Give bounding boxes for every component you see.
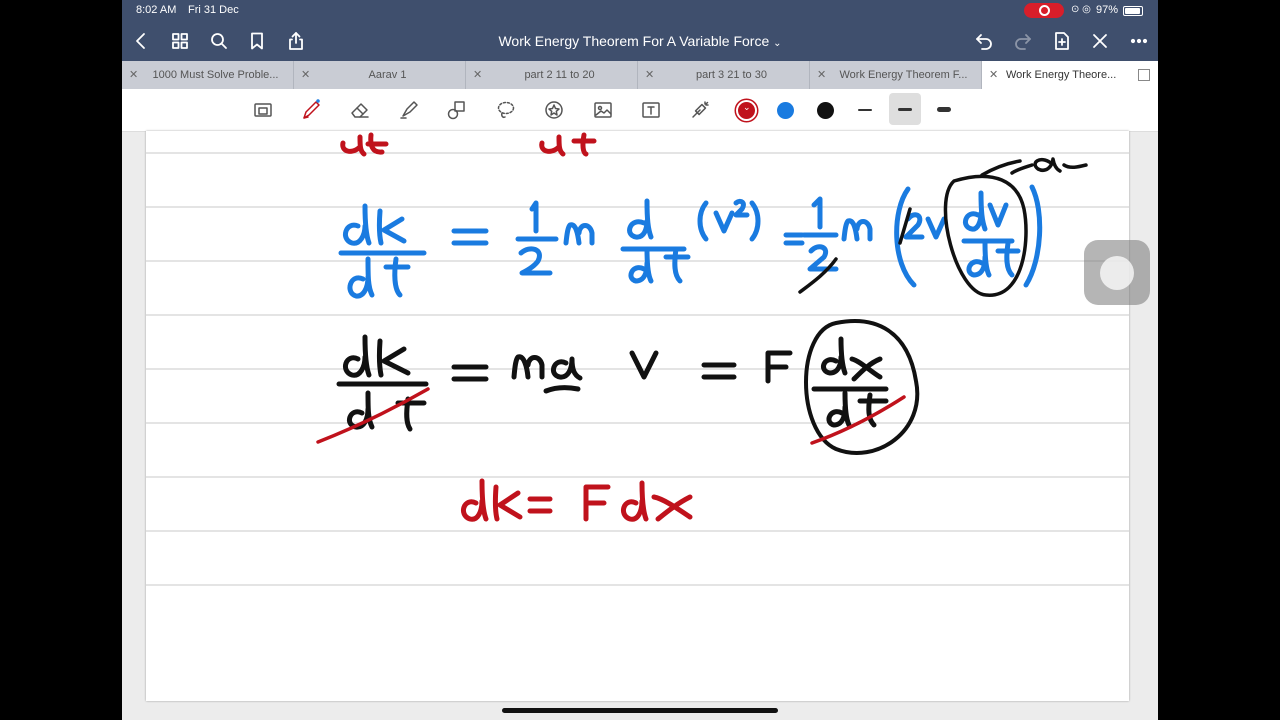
notebook-page[interactable] — [146, 131, 1129, 701]
shapes-icon[interactable] — [442, 95, 472, 125]
tab-label: part 2 11 to 20 — [524, 69, 595, 81]
chevron-down-icon: ⌄ — [773, 38, 782, 49]
tab-close-icon[interactable]: ✕ — [645, 68, 654, 81]
battery-fill — [1125, 8, 1140, 14]
tab-label: Work Energy Theore... — [1006, 69, 1117, 81]
image-icon[interactable] — [588, 95, 618, 125]
zoom-window-icon[interactable] — [248, 95, 278, 125]
sticker-icon[interactable] — [539, 95, 569, 125]
stroke-thick[interactable] — [937, 107, 951, 112]
tab-work-energy-active[interactable]: ✕ Work Energy Theore... — [982, 61, 1158, 89]
status-time: 8:02 AM — [136, 4, 177, 16]
add-page-icon[interactable] — [1049, 28, 1075, 54]
tab-close-icon[interactable]: ✕ — [301, 68, 310, 81]
tab-close-icon[interactable]: ✕ — [473, 68, 482, 81]
assistive-touch-button[interactable] — [1084, 240, 1150, 305]
screen-recording-indicator[interactable] — [1024, 3, 1064, 18]
stroke-medium-selected[interactable] — [889, 93, 921, 125]
ink-line-1-blue — [338, 184, 1043, 299]
ink-line-top-cutoff — [340, 132, 597, 157]
battery-icon — [1123, 6, 1143, 16]
tab-part-2[interactable]: ✕ part 2 11 to 20 — [466, 61, 638, 89]
color-blue[interactable] — [777, 102, 794, 119]
document-title-text: Work Energy Theorem For A Variable Force — [498, 33, 770, 49]
close-icon[interactable] — [1087, 28, 1113, 54]
record-icon — [1039, 5, 1050, 16]
status-bar: 8:02 AM Fri 31 Dec ⊙ ◎ 97% — [122, 0, 1158, 22]
battery-percentage: 97% — [1096, 4, 1119, 16]
tab-aarav-1[interactable]: ✕ Aarav 1 — [294, 61, 466, 89]
document-title[interactable]: Work Energy Theorem For A Variable Force… — [122, 33, 1158, 49]
stroke-medium-line — [898, 108, 912, 111]
ink-line-2-black — [336, 334, 889, 432]
redo-icon[interactable] — [1010, 28, 1036, 54]
tab-1000-must-solve[interactable]: ✕ 1000 Must Solve Proble... — [122, 61, 294, 89]
navigation-bar: Work Energy Theorem For A Variable Force… — [122, 22, 1158, 61]
tab-label: Aarav 1 — [368, 69, 407, 81]
tab-overview-icon[interactable] — [1138, 69, 1150, 81]
stroke-thin[interactable] — [858, 109, 872, 111]
tab-close-icon[interactable]: ✕ — [129, 68, 138, 81]
tab-part-3[interactable]: ✕ part 3 21 to 30 — [638, 61, 810, 89]
assistive-touch-inner — [1100, 256, 1134, 290]
eraser-icon[interactable] — [345, 95, 375, 125]
text-icon[interactable] — [636, 95, 666, 125]
tab-label: Work Energy Theorem F... — [839, 69, 968, 81]
laser-pointer-icon[interactable] — [685, 95, 715, 125]
ipad-screen: 8:02 AM Fri 31 Dec ⊙ ◎ 97% Work Energy T… — [122, 0, 1158, 720]
tab-close-icon[interactable]: ✕ — [989, 68, 998, 81]
location-icon: ⊙ ◎ — [1071, 4, 1091, 15]
status-date: Fri 31 Dec — [188, 4, 239, 16]
more-icon[interactable] — [1126, 28, 1152, 54]
handwritten-notes[interactable] — [146, 131, 1129, 701]
tab-work-energy-1[interactable]: ✕ Work Energy Theorem F... — [810, 61, 982, 89]
chevron-down-icon: ⌄ — [743, 102, 751, 112]
undo-icon[interactable] — [971, 28, 997, 54]
document-tab-bar: ✕ 1000 Must Solve Proble... ✕ Aarav 1 ✕ … — [122, 61, 1158, 89]
annotation-toolbar: ⌄ — [122, 89, 1158, 132]
tab-close-icon[interactable]: ✕ — [817, 68, 826, 81]
lasso-icon[interactable] — [491, 95, 521, 125]
home-indicator[interactable] — [502, 708, 778, 713]
ink-line-3-red — [460, 478, 693, 522]
tab-label: part 3 21 to 30 — [696, 69, 767, 81]
color-black[interactable] — [817, 102, 834, 119]
pen-icon[interactable] — [296, 95, 326, 125]
tab-label: 1000 Must Solve Proble... — [152, 69, 279, 81]
highlighter-icon[interactable] — [394, 95, 424, 125]
